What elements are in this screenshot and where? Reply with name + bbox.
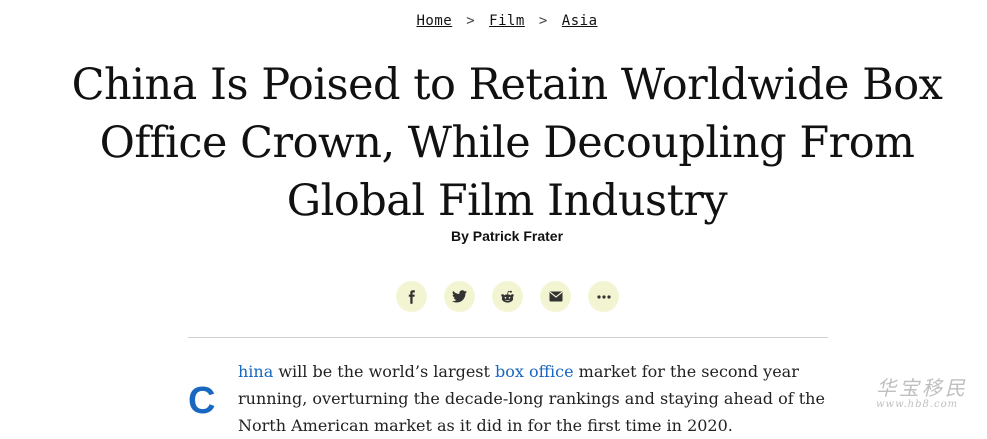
divider [188, 337, 828, 338]
watermark-logo: 华宝移民 www.hb8.com [876, 372, 968, 410]
china-link[interactable]: hina [238, 362, 273, 381]
share-reddit-button[interactable] [492, 281, 523, 312]
watermark-title: 华宝移民 [876, 376, 968, 400]
breadcrumb-separator: > [538, 13, 548, 29]
share-bar [396, 281, 619, 312]
breadcrumb: Home > Film > Asia [0, 13, 987, 29]
drop-cap: C [188, 380, 216, 422]
more-icon [596, 294, 611, 299]
box-office-link[interactable]: box office [495, 362, 574, 381]
twitter-icon [452, 290, 467, 303]
share-facebook-button[interactable] [396, 281, 427, 312]
facebook-icon [405, 289, 419, 304]
breadcrumb-separator: > [466, 13, 476, 29]
byline[interactable]: By Patrick Frater [0, 228, 987, 244]
share-email-button[interactable] [540, 281, 571, 312]
headline-line: Global Film Industry [286, 176, 728, 226]
body-text: will be the world’s largest [273, 362, 496, 381]
article-body: hina will be the world’s largest box off… [238, 358, 828, 439]
headline-line: Office Crown, While Decoupling From [99, 118, 915, 168]
share-more-button[interactable] [588, 281, 619, 312]
headline-line: China Is Poised to Retain Worldwide Box [71, 60, 943, 110]
breadcrumb-home[interactable]: Home [416, 13, 452, 29]
breadcrumb-film[interactable]: Film [489, 13, 525, 29]
share-twitter-button[interactable] [444, 281, 475, 312]
breadcrumb-asia[interactable]: Asia [562, 13, 598, 29]
reddit-icon [500, 290, 515, 304]
email-icon [549, 291, 563, 302]
page-title: China Is Poised to Retain Worldwide Box … [40, 56, 974, 230]
watermark-url: www.hb8.com [876, 399, 959, 410]
